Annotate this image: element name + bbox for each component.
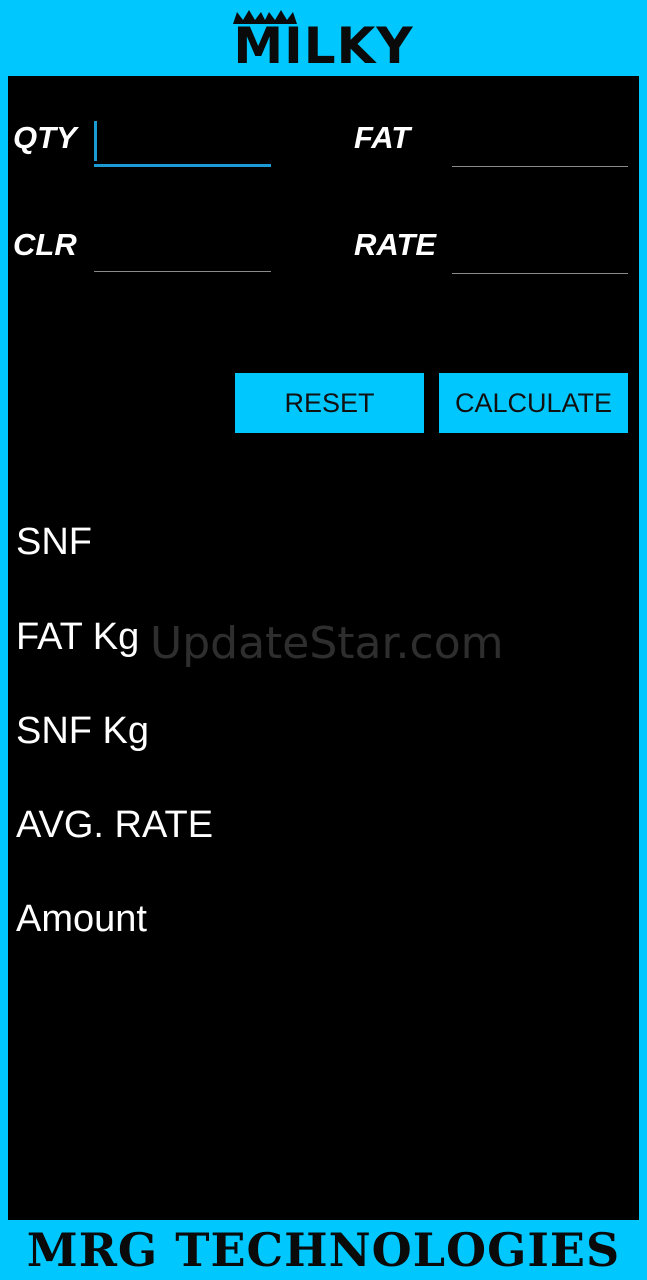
fat-kg-result-label: FAT Kg bbox=[16, 616, 140, 658]
watermark: UpdateStar.com bbox=[150, 618, 504, 669]
fat-label: FAT bbox=[354, 120, 411, 155]
snf-kg-result-label: SNF Kg bbox=[16, 710, 150, 752]
clr-input[interactable] bbox=[94, 231, 271, 272]
qty-label: QTY bbox=[13, 120, 77, 155]
text-cursor bbox=[94, 121, 97, 161]
rate-label: RATE bbox=[354, 227, 437, 262]
calculate-button[interactable]: CALCULATE bbox=[439, 373, 628, 433]
qty-input[interactable] bbox=[94, 124, 271, 167]
reset-button[interactable]: RESET bbox=[235, 373, 424, 433]
clr-label: CLR bbox=[13, 227, 77, 262]
app-header: MILKY bbox=[0, 0, 647, 76]
calculator-panel: QTY FAT CLR RATE RESET CALCULATE SNF FAT… bbox=[8, 76, 639, 1220]
rate-input[interactable] bbox=[452, 233, 628, 274]
app-logo: MILKY bbox=[233, 17, 414, 75]
snf-result-label: SNF bbox=[16, 521, 92, 563]
company-name: MRG TECHNOLOGIES bbox=[26, 1223, 621, 1277]
app-footer: MRG TECHNOLOGIES bbox=[0, 1220, 647, 1280]
fat-input[interactable] bbox=[452, 126, 628, 167]
avg-rate-result-label: AVG. RATE bbox=[16, 804, 214, 846]
amount-result-label: Amount bbox=[16, 898, 147, 940]
